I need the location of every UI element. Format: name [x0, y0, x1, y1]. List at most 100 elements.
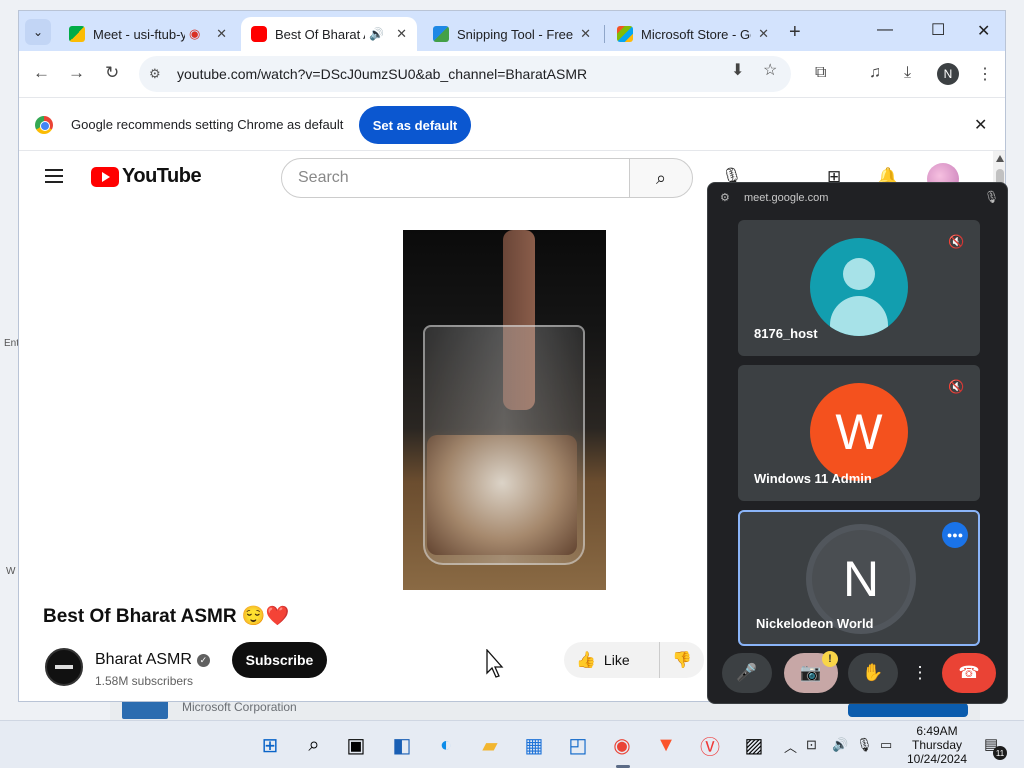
network-icon[interactable]: ⊡ — [806, 737, 817, 753]
window-close-button[interactable]: ✕ — [977, 21, 990, 41]
install-app-icon[interactable]: ⬇ — [731, 60, 744, 80]
thumbs-down-icon[interactable]: 👎 — [672, 650, 692, 670]
site-info-icon[interactable]: ⚙ — [149, 66, 169, 82]
set-as-default-button[interactable]: Set as default — [359, 106, 471, 144]
edge-button[interactable]: ◐ — [430, 729, 462, 761]
address-bar[interactable]: ⚙ youtube.com/watch?v=DScJ0umzSU0&ab_cha… — [139, 56, 791, 92]
participant-tile[interactable]: 🔇 8176_host — [738, 220, 980, 356]
chrome-button[interactable]: ◉ — [606, 729, 638, 761]
url-text[interactable]: youtube.com/watch?v=DScJ0umzSU0&ab_chann… — [177, 66, 587, 82]
new-tab-button[interactable]: + — [789, 21, 801, 44]
reload-button[interactable]: ↻ — [105, 63, 119, 83]
close-icon[interactable]: ✕ — [216, 26, 227, 42]
start-button[interactable]: ⊞ — [254, 729, 286, 761]
scroll-up-icon[interactable] — [996, 155, 1004, 162]
vivaldi-button[interactable]: Ⓥ — [694, 729, 726, 761]
tab-microsoft-store[interactable]: Microsoft Store - Ge ✕ — [607, 17, 779, 51]
folder-icon: ▰ — [482, 734, 498, 757]
volume-icon[interactable]: 🔊 — [832, 737, 848, 753]
microphone-tray-icon[interactable]: 🎙 — [856, 737, 873, 753]
participant-name: Windows 11 Admin — [754, 471, 872, 486]
microsoft-store-button[interactable]: ▦ — [518, 729, 550, 761]
infobar-close-icon[interactable]: ✕ — [974, 115, 987, 135]
raise-hand-button[interactable]: ✋ — [848, 653, 898, 693]
package-app-button[interactable]: ▨ — [738, 729, 770, 761]
extensions-icon[interactable]: ⧉ — [815, 64, 826, 82]
warning-icon: ! — [822, 651, 838, 667]
video-player[interactable] — [403, 230, 606, 590]
display-icon[interactable]: ▭ — [880, 737, 892, 753]
meet-controls: 🎤 📷 ! ✋ ⋮ ☎ — [708, 649, 1007, 699]
hamburger-menu-icon[interactable] — [45, 169, 63, 183]
participant-avatar: W — [810, 383, 908, 481]
show-hidden-icons-icon[interactable]: ︿ — [784, 737, 797, 756]
tab-meet[interactable]: Meet - usi-ftub-y ◉ ✕ — [59, 17, 237, 51]
forward-button[interactable]: → — [68, 63, 85, 83]
vivaldi-icon: Ⓥ — [700, 736, 720, 759]
microsoft-store-icon: ▦ — [524, 734, 544, 757]
subscribe-button[interactable]: Subscribe — [232, 642, 327, 678]
task-view-icon: ▣ — [346, 734, 366, 757]
background-button[interactable] — [848, 703, 968, 717]
channel-name[interactable]: Bharat ASMR ✓ — [95, 651, 210, 669]
clock-day: Thursday — [911, 738, 963, 752]
camera-off-icon: 📷 — [800, 663, 822, 682]
mic-muted-icon: 🔇 — [948, 234, 965, 249]
participant-tile[interactable]: W 🔇 Windows 11 Admin — [738, 365, 980, 501]
taskbar-search-button[interactable]: ⌕ — [298, 729, 330, 761]
microphone-icon: 🎤 — [736, 663, 758, 682]
tab-youtube[interactable]: Best Of Bharat A 🔊 ✕ — [241, 17, 417, 51]
like-button[interactable]: 👍 Like — [564, 642, 660, 678]
minimize-button[interactable]: — — [877, 21, 893, 39]
profile-avatar[interactable]: N — [937, 63, 959, 85]
leave-call-button[interactable]: ☎ — [942, 653, 996, 693]
close-icon[interactable]: ✕ — [580, 26, 591, 42]
youtube-wordmark: YouTube — [122, 165, 202, 187]
tab-snipping-tool[interactable]: Snipping Tool - Free ✕ — [423, 17, 601, 51]
widgets-button[interactable]: ◧ — [386, 729, 418, 761]
outlook-icon: ◰ — [568, 734, 588, 757]
youtube-logo[interactable]: YouTube — [91, 165, 202, 188]
channel-avatar[interactable] — [45, 648, 83, 686]
channel-name-text[interactable]: Bharat ASMR — [95, 651, 192, 668]
desktop-label: Ent — [4, 338, 20, 349]
meet-pip-window: ⚙ meet.google.com 🎙 🔇 8176_host W 🔇 Wind… — [707, 182, 1008, 704]
menu-kebab-icon[interactable]: ⋮ — [977, 64, 993, 84]
participant-tile-active[interactable]: N ●●● Nickelodeon World — [738, 510, 980, 646]
microphone-button[interactable]: 🎤 — [722, 653, 772, 693]
brave-button[interactable]: ▼ — [650, 729, 682, 761]
file-explorer-button[interactable]: ▰ — [474, 729, 506, 761]
back-button[interactable]: ← — [33, 63, 50, 83]
notification-count-badge: 11 — [993, 746, 1007, 760]
speaking-indicator-icon: ●●● — [942, 522, 968, 548]
bookmark-star-icon[interactable]: ☆ — [763, 60, 777, 80]
clock[interactable]: 6:49AM Thursday 10/24/2024 — [896, 724, 978, 766]
default-browser-infobar: Google recommends setting Chrome as defa… — [19, 97, 1005, 151]
close-icon[interactable]: ✕ — [396, 26, 407, 42]
search-button[interactable]: ⌕ — [629, 158, 693, 198]
close-icon[interactable]: ✕ — [758, 26, 769, 42]
search-icon: ⌕ — [308, 733, 320, 756]
video-frame-contents — [427, 435, 577, 555]
hand-icon: ✋ — [862, 663, 884, 682]
tab-search-button[interactable]: ⌄ — [25, 19, 51, 45]
subscriber-count: 1.58M subscribers — [95, 674, 194, 688]
app-thumbnail — [122, 699, 168, 719]
participant-avatar: N — [812, 530, 910, 628]
search-input[interactable]: Search — [281, 158, 631, 198]
participant-name: Nickelodeon World — [756, 616, 874, 631]
downloads-icon[interactable]: ⤓ — [904, 64, 911, 82]
task-view-button[interactable]: ▣ — [340, 729, 372, 761]
publisher-label: Microsoft Corporation — [182, 700, 297, 714]
audio-playing-icon[interactable]: 🔊 — [369, 27, 384, 41]
widgets-icon: ◧ — [392, 734, 412, 757]
outlook-button[interactable]: ◰ — [562, 729, 594, 761]
site-settings-icon[interactable]: ⚙ — [720, 191, 730, 204]
media-control-icon[interactable]: ♫ — [869, 64, 881, 82]
youtube-icon — [251, 26, 267, 42]
participant-name: 8176_host — [754, 326, 818, 341]
more-options-button[interactable]: ⋮ — [910, 653, 930, 693]
maximize-button[interactable]: ☐ — [931, 20, 945, 40]
tab-title: Meet - usi-ftub-y — [93, 26, 185, 42]
youtube-play-icon — [91, 166, 119, 187]
